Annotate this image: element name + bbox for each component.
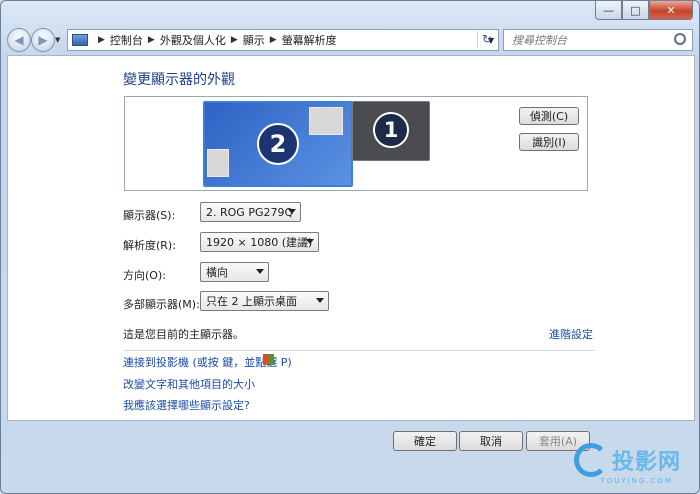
detect-button[interactable]: 偵測(C)	[519, 107, 579, 125]
breadcrumb-display[interactable]: 顯示	[243, 32, 265, 48]
orientation-select-value: 橫向	[206, 266, 228, 279]
resolution-select-value: 1920 × 1080 (建議)	[206, 236, 313, 249]
minimize-button[interactable]: —	[595, 1, 622, 20]
navigation-bar: ◀ ▶ ▼ ▶ 控制台 ▶ 外觀及個人化 ▶ 顯示 ▶ 螢幕解析度 ▼ ↻	[7, 27, 693, 53]
monitor-number-badge: 2	[257, 123, 299, 165]
back-arrow-icon: ◀	[14, 33, 24, 47]
recent-pages-chevron-icon[interactable]: ▼	[55, 36, 60, 44]
display-settings-help-link[interactable]: 我應該選擇哪些顯示設定?	[123, 397, 250, 413]
orientation-select[interactable]: 橫向	[200, 262, 269, 282]
windows-key-icon	[263, 354, 274, 365]
refresh-icon: ↻	[481, 32, 493, 46]
main-content: 變更顯示器的外觀 2 1 偵測(C) 識別(I) 顯示器(S): 2. ROG …	[7, 55, 695, 421]
display-select-value: 2. ROG PG279Q	[206, 205, 294, 219]
close-button[interactable]: ✕	[649, 1, 693, 20]
window-controls: — □ ✕	[595, 1, 693, 20]
multiple-displays-label: 多部顯示器(M):	[123, 298, 200, 311]
dropdown-arrow-icon	[288, 209, 296, 214]
multiple-displays-select-value: 只在 2 上顯示桌面	[206, 295, 297, 308]
maximize-button[interactable]: □	[622, 1, 649, 20]
back-button[interactable]: ◀	[7, 28, 31, 52]
control-panel-icon	[72, 34, 88, 46]
dialog-footer: 確定 取消 套用(A) 投影网 TOUYING.COM	[7, 419, 693, 491]
orientation-label: 方向(O):	[123, 269, 166, 282]
resolution-label: 解析度(R):	[123, 239, 176, 252]
monitor-arrangement-panel: 2 1 偵測(C) 識別(I)	[124, 96, 588, 191]
dropdown-arrow-icon	[306, 239, 314, 244]
chevron-right-icon[interactable]: ▶	[148, 35, 155, 45]
ok-button[interactable]: 確定	[393, 431, 457, 451]
chevron-right-icon[interactable]: ▶	[270, 35, 277, 45]
monitor-1[interactable]: 1	[352, 101, 430, 161]
breadcrumb-screen-resolution[interactable]: 螢幕解析度	[282, 32, 337, 48]
watermark-ring-icon	[573, 443, 608, 477]
chevron-right-icon[interactable]: ▶	[98, 35, 105, 45]
breadcrumb-appearance[interactable]: 外觀及個人化	[160, 32, 226, 48]
divider	[123, 350, 595, 351]
dropdown-arrow-icon	[256, 269, 264, 274]
display-select[interactable]: 2. ROG PG279Q	[200, 202, 301, 222]
page-title: 變更顯示器的外觀	[123, 72, 235, 88]
text-size-link[interactable]: 改變文字和其他項目的大小	[123, 376, 255, 392]
chevron-right-icon[interactable]: ▶	[231, 35, 238, 45]
advanced-settings-link[interactable]: 進階設定	[549, 326, 593, 342]
address-bar[interactable]: ▶ 控制台 ▶ 外觀及個人化 ▶ 顯示 ▶ 螢幕解析度 ▼	[67, 29, 499, 51]
window-thumbnail-icon	[309, 107, 343, 135]
search-icon[interactable]	[674, 33, 686, 45]
identify-button[interactable]: 識別(I)	[519, 133, 579, 151]
breadcrumb-control-panel[interactable]: 控制台	[110, 32, 143, 48]
monitor-number-badge: 1	[373, 112, 409, 148]
resolution-select[interactable]: 1920 × 1080 (建議)	[200, 232, 319, 252]
refresh-button[interactable]: ↻	[477, 31, 496, 47]
forward-arrow-icon: ▶	[38, 33, 48, 47]
display-label: 顯示器(S):	[123, 209, 176, 222]
multiple-displays-select[interactable]: 只在 2 上顯示桌面	[200, 291, 329, 311]
monitor-2-selected[interactable]: 2	[203, 101, 353, 187]
control-panel-window: — □ ✕ ◀ ▶ ▼ ▶ 控制台 ▶ 外觀及個人化 ▶ 顯示 ▶ 螢幕解析度 …	[0, 0, 700, 494]
watermark-text: 投影网	[611, 450, 681, 475]
search-input[interactable]	[510, 32, 664, 48]
watermark-logo: 投影网 TOUYING.COM	[573, 443, 681, 485]
watermark-subtext: TOUYING.COM	[600, 477, 673, 485]
forward-button[interactable]: ▶	[31, 28, 55, 52]
search-box[interactable]	[503, 29, 693, 51]
cancel-button[interactable]: 取消	[459, 431, 523, 451]
primary-display-text: 這是您目前的主顯示器。	[123, 328, 244, 341]
dropdown-arrow-icon	[316, 298, 324, 303]
desktop-thumbnail-icon	[207, 149, 229, 177]
